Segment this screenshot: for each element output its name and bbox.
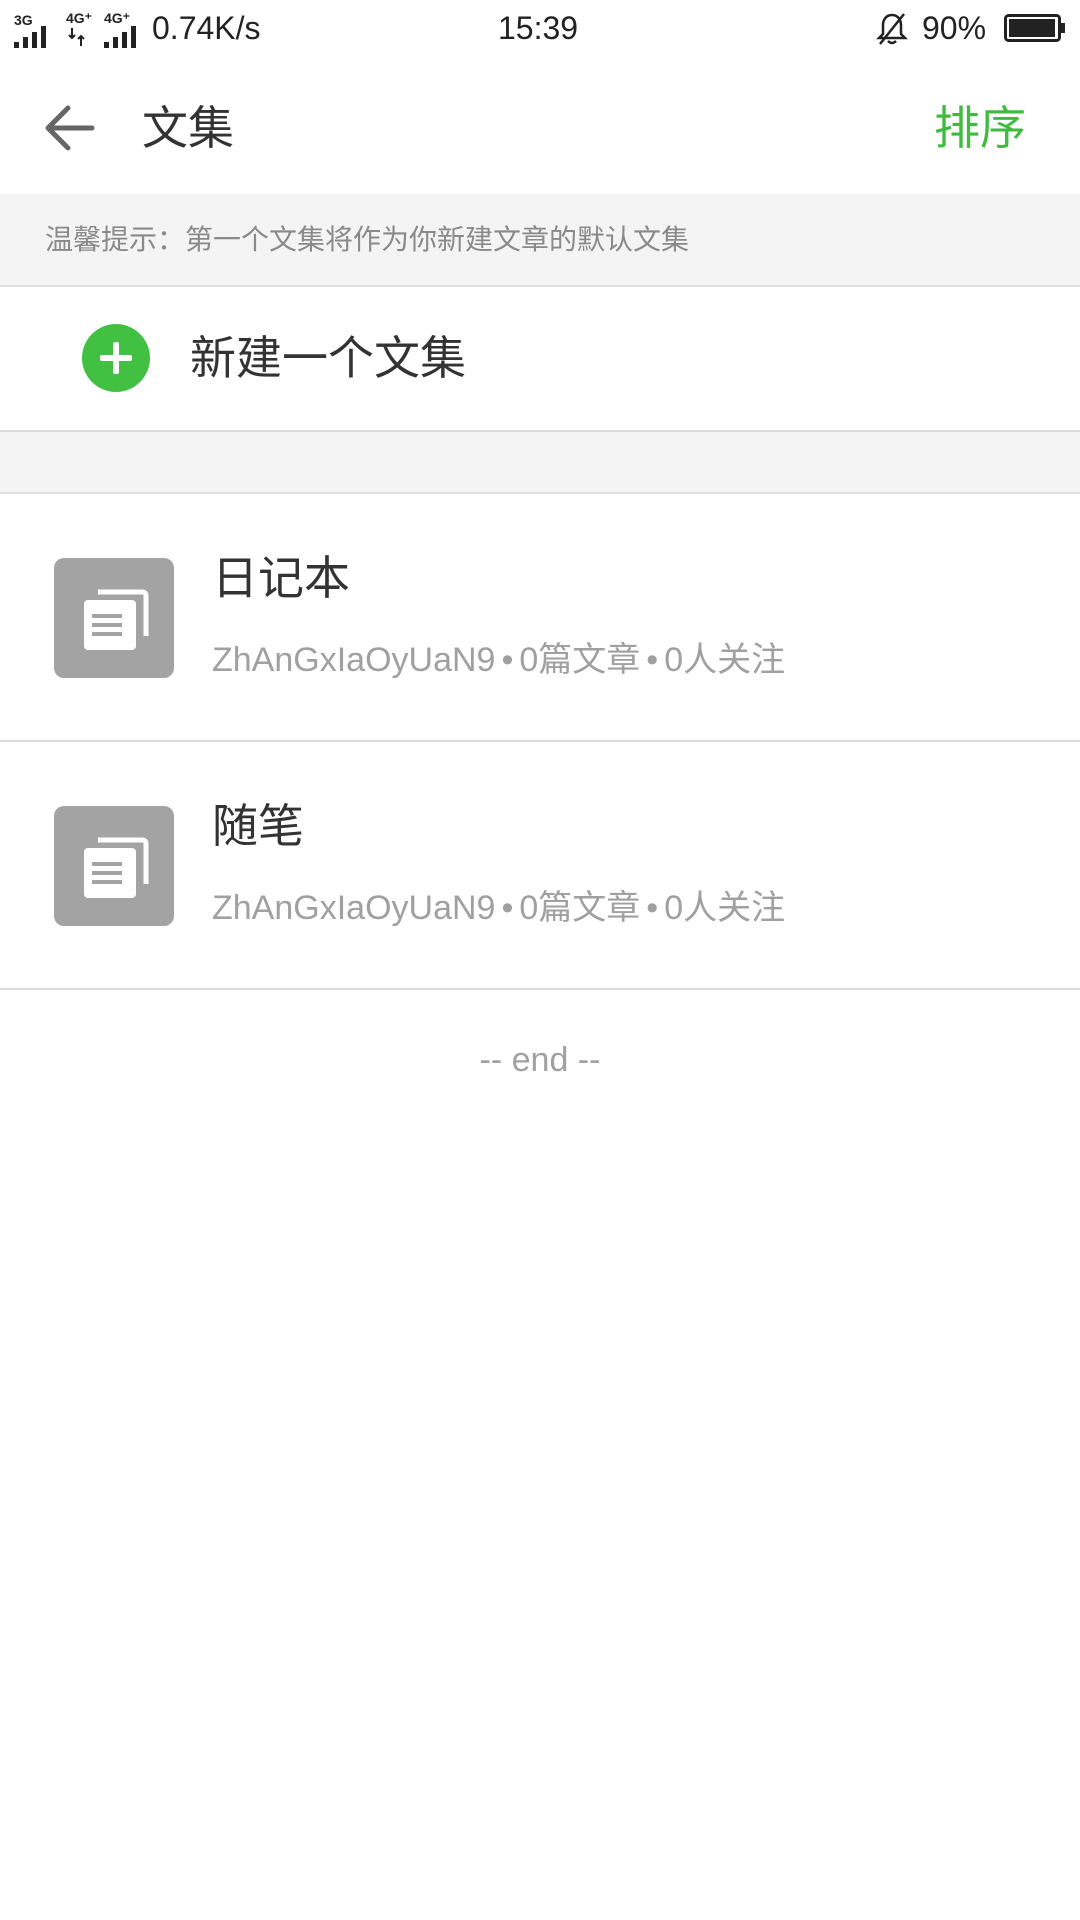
collection-meta: ZhAnGxIaOyUaN9 • 0篇文章 • 0人关注 <box>212 884 785 932</box>
signal-icon-2 <box>104 26 136 48</box>
separator-dot: • <box>646 889 659 927</box>
network-speed: 0.74K/s <box>152 10 261 46</box>
collection-title: 日记本 <box>212 551 350 605</box>
battery-percent: 90% <box>922 10 987 46</box>
notebook-icon <box>54 806 174 926</box>
signal-icon <box>14 26 46 48</box>
collection-item[interactable]: 随笔 ZhAnGxIaOyUaN9 • 0篇文章 • 0人关注 <box>0 742 1080 990</box>
section-divider <box>0 432 1080 494</box>
list-end-label: -- end -- <box>479 1041 601 1079</box>
new-collection-button[interactable]: 新建一个文集 <box>0 287 1080 432</box>
notebook-icon <box>54 558 174 678</box>
separator-dot: • <box>501 641 514 679</box>
status-bar: 3G 4G⁺ 4G⁺ 0.74K/s 15:39 90% <box>0 0 1080 56</box>
tip-text: 温馨提示：第一个文集将作为你新建文章的默认文集 <box>45 223 690 256</box>
page-title: 文集 <box>142 101 234 155</box>
collection-follower-count: 0人关注 <box>664 641 786 679</box>
app-header: 文集 排序 <box>0 56 1080 194</box>
collection-meta: ZhAnGxIaOyUaN9 • 0篇文章 • 0人关注 <box>212 636 785 684</box>
network-type-4g-2: 4G⁺ <box>104 10 131 26</box>
back-button[interactable] <box>30 88 110 168</box>
separator-dot: • <box>646 641 659 679</box>
new-collection-label: 新建一个文集 <box>190 331 466 385</box>
sort-button[interactable]: 排序 <box>934 96 1026 160</box>
add-circle-icon <box>82 324 150 392</box>
back-arrow-icon <box>45 105 95 151</box>
document-icon <box>84 837 149 898</box>
data-arrows-icon <box>68 28 85 46</box>
tip-bar: 温馨提示：第一个文集将作为你新建文章的默认文集 <box>0 194 1080 287</box>
network-type-4g-1: 4G⁺ <box>66 10 93 26</box>
collection-article-count: 0篇文章 <box>519 641 641 679</box>
collection-author: ZhAnGxIaOyUaN9 <box>212 889 496 927</box>
collection-follower-count: 0人关注 <box>664 889 786 927</box>
collection-article-count: 0篇文章 <box>519 889 641 927</box>
silent-bell-icon <box>876 13 908 45</box>
separator-dot: • <box>501 889 514 927</box>
document-icon <box>84 589 149 650</box>
collection-author: ZhAnGxIaOyUaN9 <box>212 641 496 679</box>
collection-title: 随笔 <box>212 799 304 853</box>
battery-icon <box>1004 14 1065 42</box>
collection-item[interactable]: 日记本 ZhAnGxIaOyUaN9 • 0篇文章 • 0人关注 <box>0 494 1080 742</box>
clock: 15:39 <box>498 10 579 46</box>
